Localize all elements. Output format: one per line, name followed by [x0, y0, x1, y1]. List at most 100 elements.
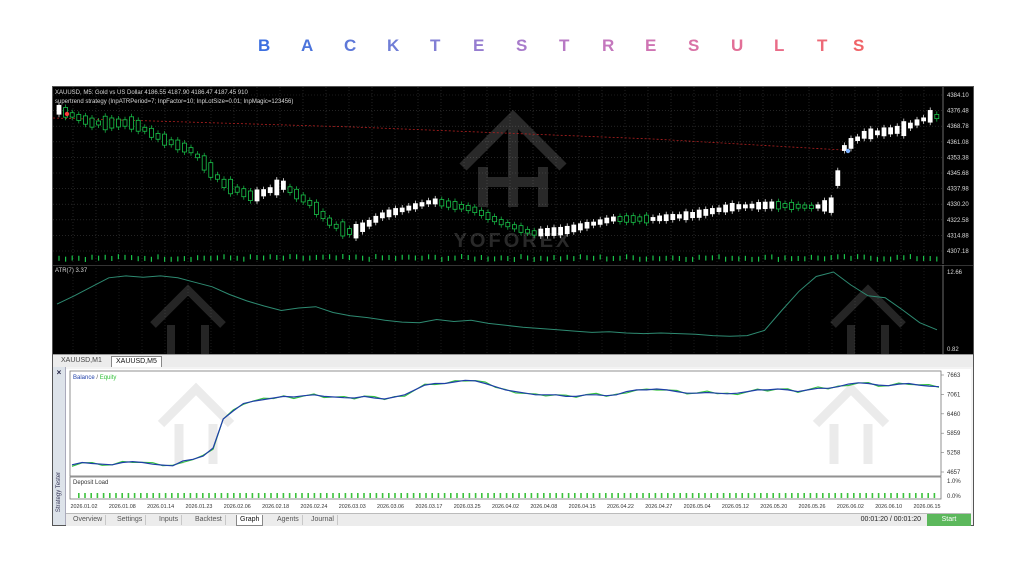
deposit-load-bar: [834, 493, 836, 498]
deposit-load-bar: [301, 493, 303, 498]
candle-body: [703, 209, 709, 216]
x-date-label: 2026.04.22: [607, 504, 634, 510]
tab-settings[interactable]: Settings: [114, 515, 147, 525]
deposit-load-bar: [313, 493, 316, 498]
volume-bar: [177, 256, 179, 262]
candle-body: [109, 117, 115, 129]
volume-bar: [731, 255, 733, 261]
volume-bar: [78, 255, 80, 261]
candle-body: [604, 217, 610, 224]
candle-body: [571, 224, 577, 233]
candle-body: [611, 216, 616, 222]
deposit-load-bar: [121, 493, 123, 498]
atr-tick-label: 12.66: [947, 270, 963, 276]
volume-bar: [916, 256, 918, 262]
deposit-load-bar: [456, 493, 458, 498]
heading-letter: E: [473, 36, 485, 55]
indicator-info: supertrend strategy (InpATRPeriod=7; Inp…: [55, 99, 294, 105]
volume-bar: [645, 256, 647, 262]
candle-body: [795, 203, 801, 209]
volume-bar: [546, 256, 548, 262]
candle-body: [505, 222, 511, 228]
price-chart[interactable]: YOFOREX 4384.10 4376.48 4368.78 4361.08 4353.…: [52, 87, 973, 264]
volume-bar: [256, 255, 258, 261]
deposit-load-bar: [629, 493, 632, 498]
deposit-load-bar: [326, 493, 328, 498]
deposit-load-bar: [908, 493, 911, 498]
volume-bar: [315, 254, 317, 260]
tab-xauusd-m1[interactable]: XAUUSD,M1: [57, 356, 106, 366]
deposit-load-bar: [784, 493, 787, 498]
close-icon[interactable]: ×: [55, 369, 63, 377]
volume-bar: [639, 256, 641, 262]
candle-body: [327, 217, 333, 226]
deposit-load-bar: [140, 493, 142, 498]
volume-bar: [421, 255, 423, 261]
tester-graph[interactable]: Balance / Equity 7663 7061 6460 5859 5258 4657…: [66, 369, 971, 513]
atr-indicator-pane[interactable]: 12.66 0.82 ATR(7) 3.37: [53, 264, 973, 354]
volume-bar: [487, 256, 489, 262]
candle-body: [241, 188, 247, 198]
deposit-load-bar: [840, 493, 843, 498]
deposit-load-bar: [183, 493, 185, 498]
volume-bar: [157, 254, 159, 260]
candle-body: [492, 216, 498, 223]
candle-body: [822, 200, 827, 212]
deposit-load-bar: [84, 493, 86, 498]
x-date-label: 2026.01.14: [147, 504, 174, 510]
volume-bar: [843, 254, 845, 260]
tab-agents[interactable]: Agents: [274, 515, 303, 525]
deposit-load-bar: [927, 493, 929, 498]
atr-tick-label: 0.82: [947, 347, 959, 353]
start-button[interactable]: Start: [927, 514, 971, 526]
tab-graph[interactable]: Graph: [236, 515, 264, 526]
volume-bar: [685, 256, 687, 262]
candle-body: [432, 198, 438, 205]
candle-body: [842, 145, 847, 151]
volume-bar: [711, 255, 713, 261]
candle-body: [142, 126, 148, 132]
candle-body: [485, 212, 491, 220]
legend-balance: Balance: [73, 375, 95, 381]
tab-inputs[interactable]: Inputs: [156, 515, 183, 525]
volume-bar: [573, 256, 575, 262]
deposit-load-bar: [388, 493, 390, 498]
candle-body: [809, 204, 814, 210]
deposit-load-bar: [202, 493, 204, 498]
legend-equity: Equity: [100, 375, 117, 381]
tab-overview[interactable]: Overview: [70, 515, 107, 525]
candle-body: [511, 224, 517, 230]
price-chart-canvas: YOFOREX4384.104376.484368.784361.084353.…: [52, 87, 969, 264]
deposit-load-bar: [462, 493, 464, 498]
volume-bar: [276, 254, 278, 260]
deposit-load-bar: [338, 493, 340, 498]
deposit-load-bar: [884, 493, 886, 498]
x-date-label: 2026.02.24: [300, 504, 327, 510]
deposit-load-bar: [133, 493, 136, 498]
deposit-tick-label: 0.0%: [947, 494, 961, 500]
candle-body: [353, 223, 359, 239]
y-tick-label: 5258: [947, 451, 961, 457]
deposit-load-bar: [127, 493, 130, 498]
candle-body: [769, 201, 775, 209]
balance-graph-canvas: Balance / Equity 7663 7061 6460 5859 5258 4657…: [69, 370, 961, 510]
candle-body: [313, 201, 319, 215]
volume-bar: [619, 255, 621, 261]
volume-bar: [791, 256, 793, 262]
tab-backtest[interactable]: Backtest: [192, 515, 226, 525]
candle-body: [677, 214, 682, 219]
elapsed-timer: 00:01:20 / 00:01:20: [860, 516, 921, 523]
deposit-load-bar: [890, 493, 892, 498]
candle-body: [531, 230, 537, 236]
volume-bar: [500, 255, 502, 261]
tab-xauusd-m5[interactable]: XAUUSD,M5: [111, 356, 162, 367]
x-date-label: 2026.02.06: [224, 504, 251, 510]
deposit-load-bar: [233, 493, 235, 498]
candle-body: [921, 117, 926, 122]
volume-bar: [850, 255, 852, 261]
price-tick-label: 4368.78: [947, 124, 969, 130]
price-tick-label: 4307.18: [947, 249, 969, 255]
volume-bar: [454, 255, 456, 261]
volume-bar: [876, 256, 878, 262]
tab-journal[interactable]: Journal: [308, 515, 338, 525]
